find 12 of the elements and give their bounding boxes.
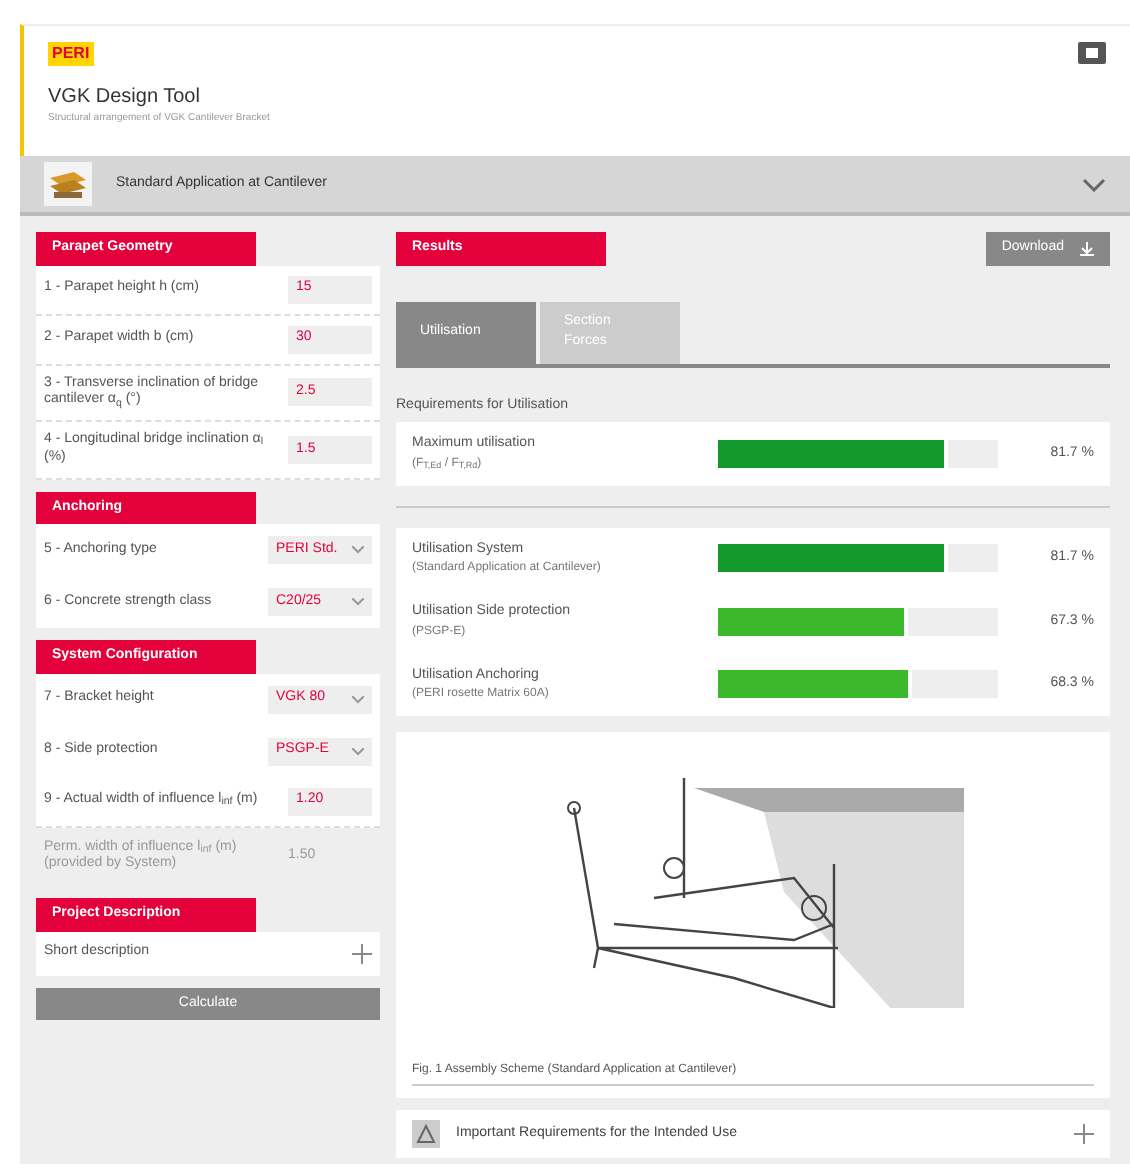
screen-icon[interactable] — [1078, 42, 1106, 64]
plus-icon[interactable] — [352, 943, 372, 963]
chevron-down-icon — [352, 747, 364, 755]
warning-icon — [412, 1120, 440, 1148]
download-icon — [1080, 241, 1094, 256]
logo: PERI — [48, 42, 94, 66]
plus-icon — [1074, 1124, 1094, 1144]
chevron-down-icon — [352, 546, 364, 554]
chevron-down-icon — [352, 695, 364, 703]
chevron-down-icon — [1082, 177, 1106, 191]
app-title: VGK Design Tool — [48, 84, 202, 112]
chevron-down-icon — [352, 598, 364, 606]
